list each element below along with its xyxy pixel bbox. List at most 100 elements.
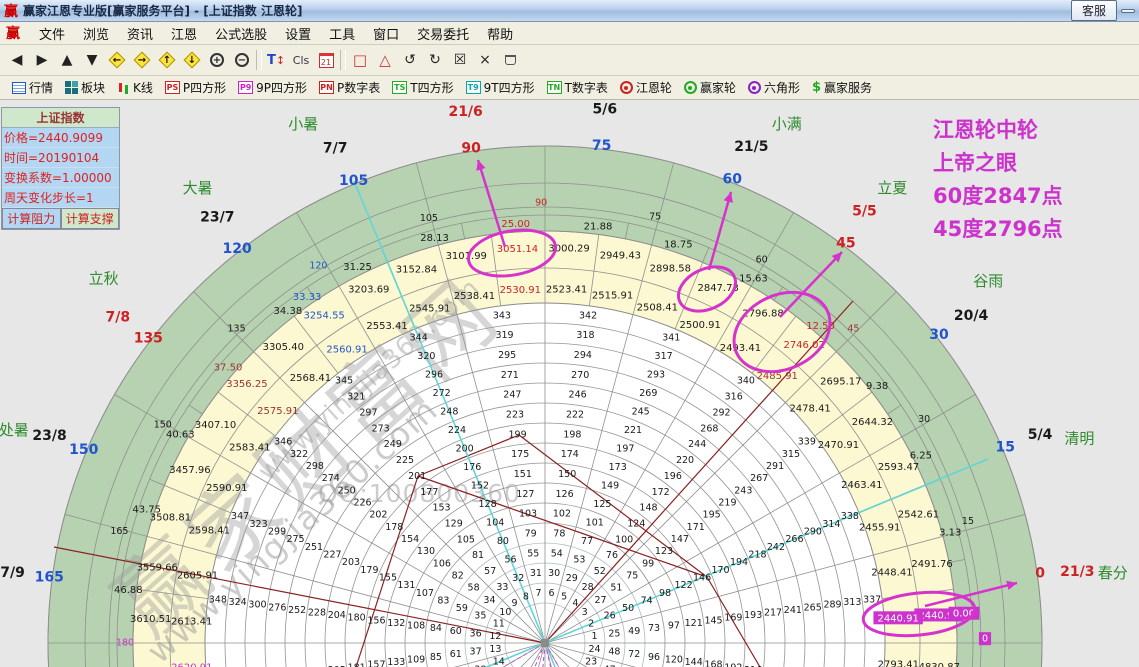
rotate-ccw-icon[interactable]: ↺ xyxy=(399,49,421,71)
spiral-number: 128 xyxy=(479,499,497,510)
spiral-number: 108 xyxy=(407,621,425,632)
solar-term-label: 春分 xyxy=(1098,564,1128,582)
clear-icon[interactable] xyxy=(499,49,521,71)
spiral-number: 37 xyxy=(470,647,482,658)
rotate-cw-icon[interactable]: ↻ xyxy=(424,49,446,71)
tool-T四方形[interactable]: TS T四方形 xyxy=(388,79,457,96)
spiral-number: 33 xyxy=(496,582,508,593)
menu-item-交易委托[interactable]: 交易委托 xyxy=(408,26,478,45)
menu-item-江恩[interactable]: 江恩 xyxy=(162,26,206,45)
pan-up-icon[interactable]: ↑ xyxy=(156,49,178,71)
support-button[interactable]: 客服 xyxy=(1070,0,1117,21)
spiral-number: 13 xyxy=(489,644,501,655)
calendar-icon[interactable]: 21 xyxy=(315,49,337,71)
tool-六角形[interactable]: 六角形 xyxy=(744,79,804,96)
spiral-number: 25 xyxy=(608,628,620,639)
spiral-number: 132 xyxy=(387,618,405,629)
percent-label: 37.50 xyxy=(214,362,243,373)
tool-P数字表[interactable]: PN P数字表 xyxy=(315,79,384,96)
degree-label: 150 xyxy=(154,419,172,430)
pan-down-icon[interactable]: ↓ xyxy=(181,49,203,71)
price-inner-label: 2463.41 xyxy=(841,480,882,491)
tool-T数字表[interactable]: TN T数字表 xyxy=(543,79,612,96)
spiral-number: 80 xyxy=(497,536,509,547)
menu-item-浏览[interactable]: 浏览 xyxy=(74,26,118,45)
price-inner-label: 2455.91 xyxy=(859,523,900,534)
spiral-number: 168 xyxy=(704,660,722,667)
menu-item-设置[interactable]: 设置 xyxy=(276,26,320,45)
spiral-number: 9 xyxy=(512,598,518,609)
spiral-number: 321 xyxy=(347,392,365,403)
price-outer-label: 3305.40 xyxy=(263,342,304,353)
price-inner-label: 2793.41 xyxy=(878,660,919,667)
tool-江恩轮[interactable]: 江恩轮 xyxy=(616,79,676,96)
spiral-number: 5 xyxy=(561,591,567,602)
spiral-number: 250 xyxy=(338,485,356,496)
spiral-number: 243 xyxy=(734,485,752,496)
menu-items: 文件 浏览 资讯 江恩 公式选股 设置 工具 窗口 交易委托 帮助 xyxy=(30,24,522,43)
forward-icon[interactable]: ▶ xyxy=(31,49,53,71)
cls-icon[interactable]: Cls xyxy=(290,49,312,71)
tool-K线[interactable]: K线 xyxy=(113,79,157,96)
t-scale-icon[interactable]: T↕ xyxy=(265,49,287,71)
tool-9P四方形[interactable]: P9 9P四方形 xyxy=(234,79,311,96)
spiral-number: 77 xyxy=(581,536,593,547)
spiral-number: 297 xyxy=(359,407,377,418)
spiral-number: 58 xyxy=(468,583,480,594)
spiral-number: 194 xyxy=(730,557,748,568)
percent-label: 43.75 xyxy=(132,505,161,516)
spiral-number: 122 xyxy=(675,580,693,591)
spiral-number: 72 xyxy=(628,649,640,660)
draw-triangle-icon[interactable]: △ xyxy=(374,49,396,71)
spiral-number: 344 xyxy=(410,333,428,344)
spiral-number: 157 xyxy=(367,660,385,667)
spiral-number: 313 xyxy=(843,597,861,608)
tool-赢家服务[interactable]: $ 赢家服务 xyxy=(808,79,876,96)
spiral-number: 244 xyxy=(688,439,706,450)
select-box-icon[interactable]: ☒ xyxy=(449,49,471,71)
tool-板块[interactable]: 板块 xyxy=(61,79,109,96)
pan-right-icon[interactable]: → xyxy=(131,49,153,71)
price-inner-label: 2590.91 xyxy=(206,483,247,494)
degree-label: 0 xyxy=(982,634,988,645)
menu-item-帮助[interactable]: 帮助 xyxy=(478,26,522,45)
degree-label: 75 xyxy=(649,212,661,223)
index-name: 上证指数 xyxy=(2,108,119,128)
date-label: 21/3 xyxy=(1060,564,1094,580)
zoom-out-icon[interactable]: − xyxy=(231,49,253,71)
calc-support-button[interactable]: 计算支撑 xyxy=(60,208,119,229)
menu-item-公式选股[interactable]: 公式选股 xyxy=(206,26,276,45)
spiral-number: 177 xyxy=(420,487,438,498)
spiral-number: 27 xyxy=(594,595,606,606)
tool-行情[interactable]: 行情 xyxy=(8,79,57,96)
spiral-number: 36 xyxy=(470,628,482,639)
degree-label: 105 xyxy=(420,213,438,224)
pan-left-icon[interactable]: ← xyxy=(106,49,128,71)
rotate-up-icon[interactable]: ▲ xyxy=(56,49,78,71)
tool-赢家轮[interactable]: 赢家轮 xyxy=(680,79,740,96)
spiral-number: 85 xyxy=(430,652,442,663)
rotate-down-icon[interactable]: ▼ xyxy=(81,49,103,71)
back-icon[interactable]: ◀ xyxy=(6,49,28,71)
spiral-number: 340 xyxy=(737,376,755,387)
clipped-button[interactable] xyxy=(1121,8,1135,13)
menu-item-工具[interactable]: 工具 xyxy=(320,26,364,45)
menu-item-文件[interactable]: 文件 xyxy=(30,26,74,45)
gann-annotation: 江恩轮中轮 上帝之眼 60度2847点 45度2796点 xyxy=(933,118,1063,241)
spiral-number: 192 xyxy=(724,662,742,667)
tool-9T四方形[interactable]: T9 9T四方形 xyxy=(462,79,539,96)
spiral-number: 291 xyxy=(766,461,784,472)
wheel-icon xyxy=(683,81,697,94)
menu-item-窗口[interactable]: 窗口 xyxy=(364,26,408,45)
spiral-number: 180 xyxy=(348,613,366,624)
menu-item-资讯[interactable]: 资讯 xyxy=(118,26,162,45)
spiral-number: 53 xyxy=(573,554,585,565)
calc-resistance-button[interactable]: 计算阻力 xyxy=(2,208,61,229)
crosshair-icon[interactable]: × xyxy=(474,49,496,71)
spiral-number: 83 xyxy=(437,595,449,606)
gann-wheel-chart[interactable]: 赢家财富网 www.yingjia360.com www.yingjia360.co… xyxy=(0,100,1139,667)
tool-P四方形[interactable]: PS P四方形 xyxy=(161,79,230,96)
zoom-in-icon[interactable]: + xyxy=(206,49,228,71)
solar-term-label: 处暑 xyxy=(0,421,29,439)
draw-square-icon[interactable]: □ xyxy=(349,49,371,71)
